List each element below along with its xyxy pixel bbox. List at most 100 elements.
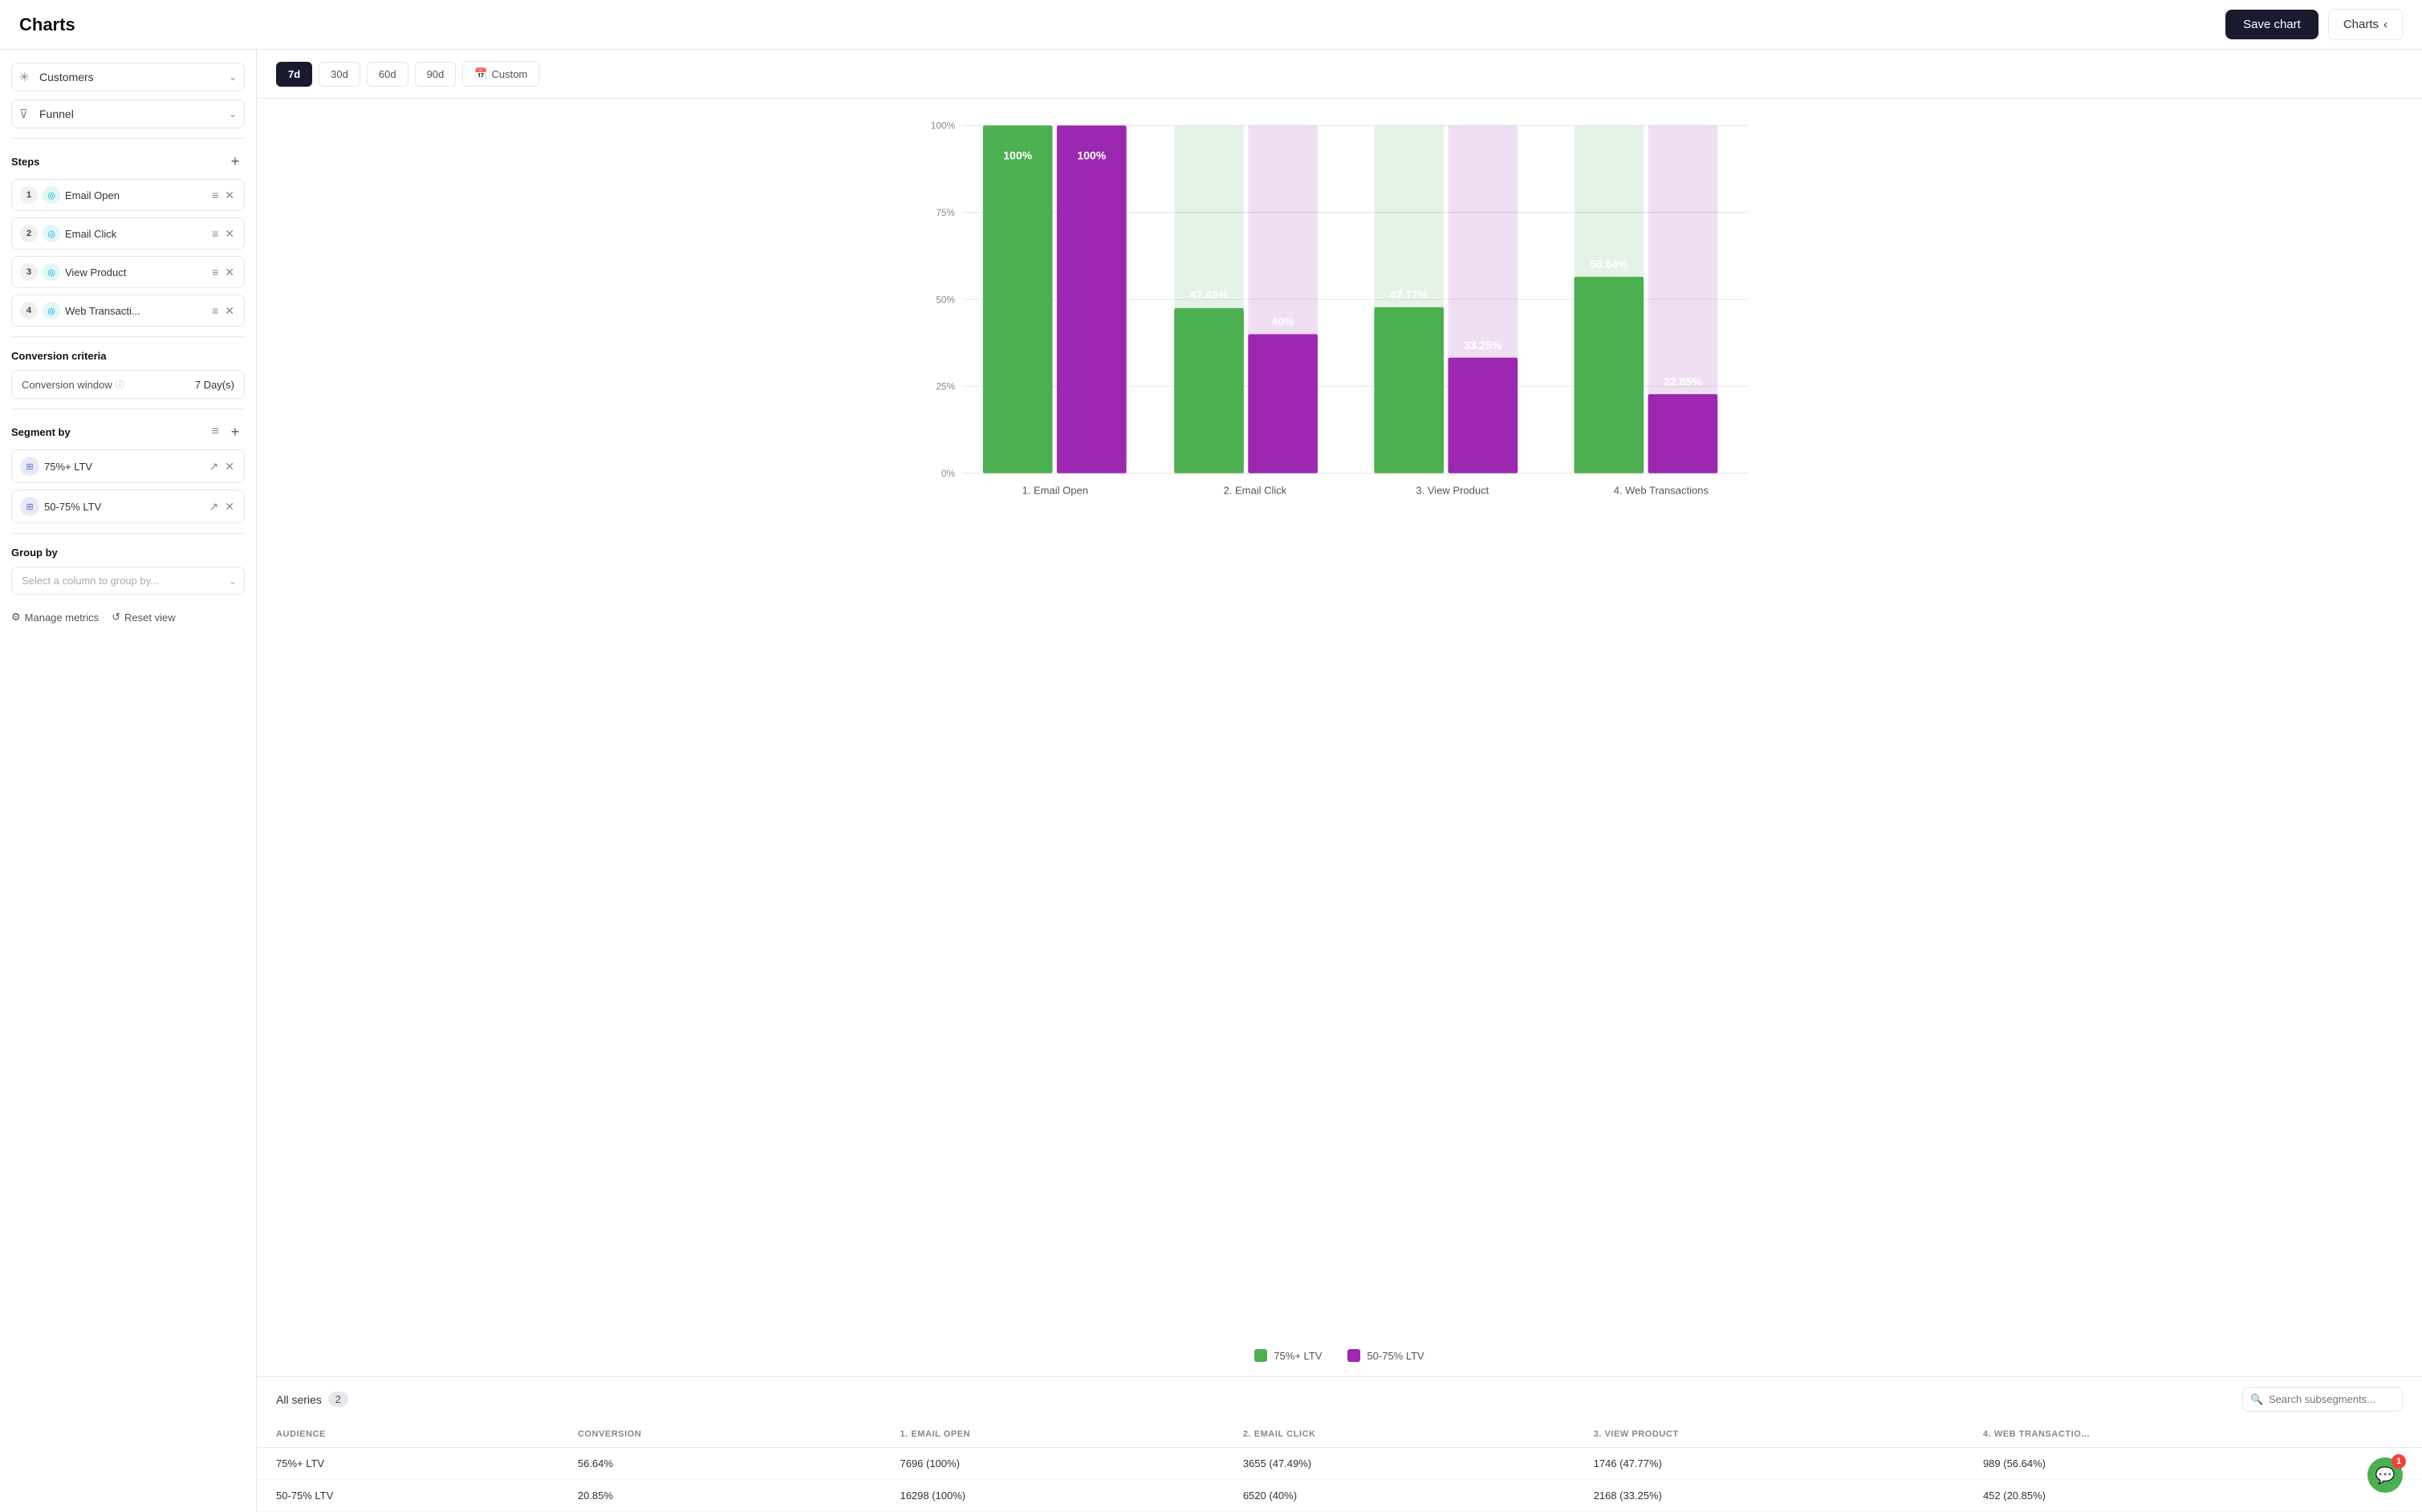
segment-2-select[interactable]: 50-75% LTV (44, 501, 203, 513)
svg-text:1. Email Open: 1. Email Open (1022, 485, 1088, 497)
main-layout: ✳ Customers ⌄ ⊽ Funnel ⌄ Steps + 1 ◎ Ema… (0, 50, 2422, 1512)
group-by-section: Group by (11, 547, 245, 559)
charts-button[interactable]: Charts ‹ (2328, 9, 2403, 40)
svg-text:2. Email Click: 2. Email Click (1224, 485, 1287, 497)
step-3-select[interactable]: View Product (65, 266, 205, 278)
step-4-select[interactable]: Web Transacti... (65, 305, 205, 317)
table-header: AUDIENCE CONVERSION 1. EMAIL OPEN 2. EMA… (257, 1421, 2422, 1448)
cell-conversion: 56.64% (559, 1448, 881, 1480)
step-1-filter-btn[interactable]: ≡ (210, 187, 220, 203)
conversion-window-row: Conversion window ⓘ 7 Day(s) (11, 370, 245, 399)
customers-select-wrap: ✳ Customers ⌄ (11, 63, 245, 91)
chart-container: 100% 75% 50% 25% 0% 100% (257, 99, 2422, 1338)
chevron-down-icon-funnel: ⌄ (229, 108, 237, 120)
step-1: 1 ◎ Email Open ≡ ✕ (11, 179, 245, 211)
star-icon: ✳ (19, 70, 30, 84)
svg-text:100%: 100% (1003, 149, 1032, 162)
segment-2-remove-btn[interactable]: ✕ (223, 498, 236, 515)
legend-item-1: 75%+ LTV (1254, 1349, 1322, 1362)
segment-1: ⊞ 75%+ LTV ↗ ✕ (11, 449, 245, 483)
reset-view-button[interactable]: ↺ Reset view (112, 611, 175, 624)
chevron-left-icon: ‹ (2383, 18, 2387, 31)
chat-icon: 💬 (2375, 1465, 2396, 1486)
segment-1-expand-btn[interactable]: ↗ (208, 458, 221, 475)
step-3-filter-btn[interactable]: ≡ (210, 264, 220, 280)
step-2-filter-btn[interactable]: ≡ (210, 226, 220, 242)
cell-web-transactions: 989 (56.64%) (1964, 1448, 2422, 1480)
step-1-select[interactable]: Email Open (65, 189, 205, 201)
notification-badge[interactable]: 💬 1 (2367, 1457, 2403, 1493)
cell-conversion: 20.85% (559, 1480, 881, 1512)
funnel-select[interactable]: Funnel (11, 100, 245, 128)
manage-metrics-button[interactable]: ⚙ Manage metrics (11, 611, 99, 624)
svg-text:3. View Product: 3. View Product (1416, 485, 1489, 497)
chart-legend: 75%+ LTV 50-75% LTV (257, 1338, 2422, 1370)
step-1-remove-btn[interactable]: ✕ (223, 187, 236, 204)
cell-email-click: 6520 (40%) (1224, 1480, 1575, 1512)
segment-filter-btn[interactable]: ≡ (210, 422, 221, 441)
step-2-select[interactable]: Email Click (65, 228, 205, 240)
custom-date-button[interactable]: 📅 Custom (462, 61, 539, 87)
step-2: 2 ◎ Email Click ≡ ✕ (11, 217, 245, 250)
chart-wrap: 100% 75% 50% 25% 0% 100% (276, 112, 2403, 529)
conversion-criteria-section: Conversion criteria (11, 350, 245, 362)
col-web-transactions: 4. WEB TRANSACTIO... (1964, 1421, 2422, 1448)
table-header-row: All series 2 🔍 (257, 1377, 2422, 1421)
divider-2 (11, 336, 245, 337)
search-wrap: 🔍 (2242, 1387, 2403, 1412)
col-email-click: 2. EMAIL CLICK (1224, 1421, 1575, 1448)
cell-audience: 50-75% LTV (257, 1480, 559, 1512)
notification-count: 1 (2392, 1454, 2406, 1469)
cell-email-click: 3655 (47.49%) (1224, 1448, 1575, 1480)
svg-text:4. Web Transactions: 4. Web Transactions (1614, 485, 1709, 497)
sidebar: ✳ Customers ⌄ ⊽ Funnel ⌄ Steps + 1 ◎ Ema… (0, 50, 257, 1512)
calendar-icon: 📅 (474, 67, 487, 80)
svg-text:47.49%: 47.49% (1190, 288, 1229, 301)
customers-select[interactable]: Customers (11, 63, 245, 91)
table-section: All series 2 🔍 AUDIENCE CONVERSION 1. EM… (257, 1376, 2422, 1512)
col-conversion: CONVERSION (559, 1421, 881, 1448)
svg-text:50%: 50% (936, 294, 955, 305)
legend-color-1 (1254, 1349, 1267, 1362)
svg-text:0%: 0% (941, 468, 956, 479)
segment-1-remove-btn[interactable]: ✕ (223, 458, 236, 475)
data-table: AUDIENCE CONVERSION 1. EMAIL OPEN 2. EMA… (257, 1421, 2422, 1512)
step-4-filter-btn[interactable]: ≡ (210, 303, 220, 319)
cell-web-transactions: 452 (20.85%) (1964, 1480, 2422, 1512)
add-step-button[interactable]: + (226, 152, 245, 171)
divider-1 (11, 138, 245, 139)
group-by-wrap: Select a column to group by... ⌄ (11, 567, 245, 595)
time-filter-7d[interactable]: 7d (276, 62, 312, 87)
svg-text:100%: 100% (1077, 149, 1106, 162)
segment-1-select[interactable]: 75%+ LTV (44, 461, 203, 473)
email-open-icon: ◎ (43, 186, 60, 204)
view-product-icon: ◎ (43, 263, 60, 281)
bottom-actions: ⚙ Manage metrics ↺ Reset view (11, 611, 245, 624)
cell-email-open: 16298 (100%) (880, 1480, 1223, 1512)
save-chart-button[interactable]: Save chart (2225, 10, 2318, 39)
group-by-select[interactable]: Select a column to group by... (11, 567, 245, 595)
reset-icon: ↺ (112, 611, 120, 624)
search-icon: 🔍 (2250, 1393, 2263, 1406)
search-subsegments-input[interactable] (2242, 1387, 2403, 1412)
segment-2: ⊞ 50-75% LTV ↗ ✕ (11, 490, 245, 523)
group-by-arrow-icon: ⌄ (229, 575, 237, 587)
table-row: 50-75% LTV 20.85% 16298 (100%) 6520 (40%… (257, 1480, 2422, 1512)
chart-controls: 7d 30d 60d 90d 📅 Custom (257, 50, 2422, 99)
step-4: 4 ◎ Web Transacti... ≡ ✕ (11, 295, 245, 327)
time-filter-30d[interactable]: 30d (319, 62, 360, 87)
add-segment-button[interactable]: + (226, 422, 245, 441)
time-filter-90d[interactable]: 90d (415, 62, 457, 87)
segment-2-expand-btn[interactable]: ↗ (208, 498, 221, 515)
all-series-badge: All series 2 (276, 1392, 348, 1407)
time-filter-60d[interactable]: 60d (367, 62, 408, 87)
svg-text:40%: 40% (1271, 315, 1294, 328)
step-3-remove-btn[interactable]: ✕ (223, 264, 236, 281)
legend-color-2 (1347, 1349, 1360, 1362)
step-2-remove-btn[interactable]: ✕ (223, 226, 236, 242)
table-row: 75%+ LTV 56.64% 7696 (100%) 3655 (47.49%… (257, 1448, 2422, 1480)
page-title: Charts (19, 14, 75, 35)
step-3: 3 ◎ View Product ≡ ✕ (11, 256, 245, 288)
step-4-remove-btn[interactable]: ✕ (223, 303, 236, 319)
col-view-product: 3. VIEW PRODUCT (1575, 1421, 1964, 1448)
